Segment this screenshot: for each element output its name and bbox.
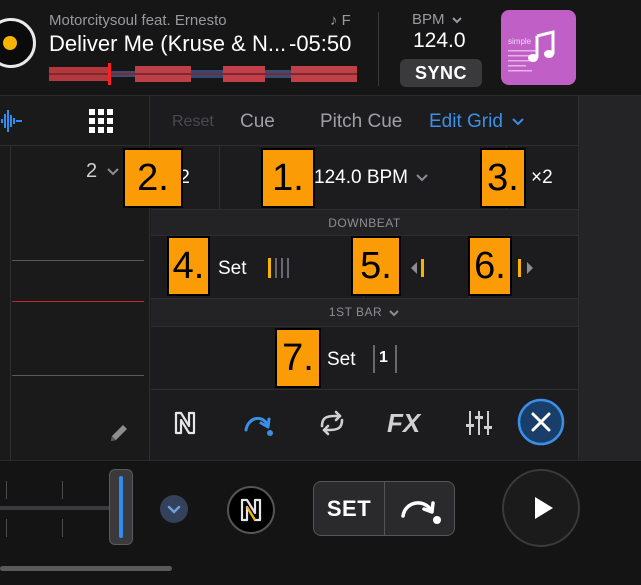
neural-mix-button[interactable] — [227, 486, 275, 534]
pitch-slider-track[interactable] — [0, 506, 110, 510]
first-bar-section-header[interactable]: 1ST BAR — [151, 299, 578, 327]
music-note-icon: ♪ — [330, 12, 338, 29]
pitch-slider-handle[interactable] — [109, 469, 133, 545]
pitch-tick — [62, 481, 63, 499]
downbeat-set-icon[interactable] — [267, 256, 293, 280]
play-icon — [535, 497, 553, 519]
music-note-icon — [528, 30, 555, 62]
play-button[interactable] — [502, 469, 580, 547]
first-bar-marker: 1 — [379, 349, 388, 366]
chevron-down-icon — [512, 118, 524, 126]
neural-mix-icon[interactable] — [168, 406, 202, 440]
pitch-tick — [6, 481, 7, 499]
left-panel-divider — [10, 146, 11, 460]
annotation-badge-7: 7. — [275, 328, 321, 388]
annotation-badge-6: 6. — [468, 236, 512, 296]
chevron-down-icon — [451, 17, 462, 24]
edit-grid-panel: Reset Cue Pitch Cue Edit Grid /2 124.0 B… — [123, 96, 578, 460]
pitch-handle-indicator — [119, 476, 123, 538]
row-divider — [219, 146, 220, 209]
bpm-value: 124.0 — [413, 29, 466, 52]
tab-cue[interactable]: Cue — [240, 111, 275, 133]
tab-pitch-cue[interactable]: Pitch Cue — [320, 111, 402, 133]
bpm-adjust-select[interactable]: 124.0 BPM — [314, 167, 429, 189]
auto-cue-icon — [401, 501, 441, 524]
chevron-down-icon — [416, 174, 428, 182]
fx-button[interactable]: FX — [387, 408, 420, 439]
scrollbar[interactable] — [0, 566, 172, 571]
left-panel-top — [0, 96, 150, 146]
shift-grid-left-icon[interactable] — [409, 257, 431, 279]
waveform-icon[interactable] — [0, 108, 24, 134]
beatgrid-line — [12, 260, 144, 261]
annotation-badge-3: 3. — [480, 148, 526, 208]
deck-controls: SET — [0, 460, 641, 585]
reset-button[interactable]: Reset — [172, 113, 214, 131]
shift-grid-right-icon[interactable] — [515, 257, 537, 279]
track-header: Motorcitysoul feat. Ernesto ♪ F Deliver … — [0, 0, 641, 96]
cue-set-group: SET — [313, 481, 455, 536]
chevron-down-icon — [389, 310, 399, 317]
downbeat-set-button: Set — [218, 258, 247, 279]
expand-button[interactable] — [160, 495, 188, 523]
downbeat-section-header: DOWNBEAT — [151, 210, 578, 236]
app-root: Motorcitysoul feat. Ernesto ♪ F Deliver … — [0, 0, 641, 585]
first-bar-section-label: 1ST BAR — [151, 305, 578, 319]
neural-mix-icon — [240, 498, 262, 522]
first-bar-row: Set 1 — [151, 327, 578, 390]
auto-cue-icon[interactable] — [241, 406, 275, 440]
mixer-sliders-icon[interactable] — [462, 406, 496, 440]
first-bar-set-icon[interactable]: 1 — [373, 345, 399, 373]
deck-dot-icon — [3, 36, 17, 50]
track-title: Deliver Me (Kruse & N... — [49, 31, 287, 56]
grid-icon[interactable] — [88, 108, 114, 134]
pitch-tick — [62, 519, 63, 537]
chevron-down-icon — [106, 168, 119, 176]
track-key: ♪ F — [330, 12, 351, 29]
deck-indicator[interactable] — [0, 18, 36, 68]
playhead-line — [12, 301, 144, 302]
first-bar-set-button: Set — [327, 349, 356, 370]
remaining-time: -05:50 — [289, 31, 352, 56]
track-artwork: simple — [501, 10, 576, 85]
annotation-badge-2: 2. — [123, 148, 183, 208]
beat-count-select[interactable]: 2 — [86, 160, 120, 183]
double-bpm-button[interactable]: ×2 — [531, 167, 553, 189]
loop-icon[interactable] — [315, 406, 349, 440]
annotation-badge-1: 1. — [261, 148, 315, 208]
sync-button[interactable]: SYNC — [400, 59, 482, 87]
downbeat-section-label: DOWNBEAT — [328, 216, 401, 230]
track-artist: Motorcitysoul feat. Ernesto — [49, 12, 227, 29]
mode-toolbar: FX — [151, 390, 578, 460]
track-overview-waveform[interactable] — [49, 63, 357, 85]
chevron-down-icon — [167, 505, 181, 514]
tab-edit-grid[interactable]: Edit Grid — [429, 111, 525, 133]
auto-cue-button[interactable] — [385, 482, 455, 535]
beatgrid-line — [12, 375, 144, 376]
cue-tabs: Reset Cue Pitch Cue Edit Grid — [151, 96, 578, 146]
header-divider — [378, 12, 379, 86]
set-cue-button[interactable]: SET — [314, 482, 384, 535]
pencil-icon[interactable] — [108, 422, 130, 444]
annotation-badge-5: 5. — [351, 236, 401, 296]
pitch-tick — [6, 519, 7, 537]
bpm-label[interactable]: BPM — [412, 11, 463, 28]
close-icon[interactable] — [517, 398, 565, 446]
right-side-strip — [578, 96, 641, 460]
key-value: F — [341, 12, 351, 29]
annotation-badge-4: 4. — [167, 236, 210, 296]
